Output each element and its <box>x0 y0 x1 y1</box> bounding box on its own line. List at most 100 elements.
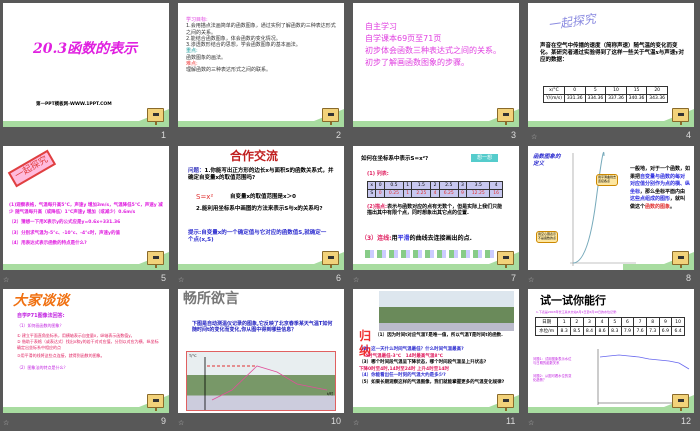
table-cell: 5 <box>607 317 622 327</box>
animation-icon: ☆ <box>528 276 535 284</box>
formula: S=x² <box>196 193 214 201</box>
question-2: 问题2：从图可看水位的变化趋势？ <box>533 374 572 383</box>
slide-thumbnail-2[interactable]: 学习目标: 1.会用描点法画简单的函数图象，通过实例了解函数的三种表达形式之间的… <box>178 3 344 127</box>
question: 如何在坐标系中表示S=x²? <box>361 156 429 162</box>
table-cell: 1 <box>402 189 413 198</box>
table-cell: 6.9 <box>658 326 673 336</box>
table-cell: 7 <box>633 317 647 327</box>
x-axis-label: t/时 <box>326 392 333 396</box>
table-cell: 6 <box>620 317 635 327</box>
slide-thumbnail-12[interactable]: 试一试你能行 1.下表是2003年长江某水文站6月1日至6月10日的水位记录: … <box>528 289 694 413</box>
point-1: （1）因为时间t对应气温T是唯一值，所以气温T是时间t的函数. <box>375 333 503 338</box>
step-3-text-end: 的曲线去连接画出的点. <box>409 235 472 242</box>
slide-thumbnail-7[interactable]: 如何在坐标系中表示S=x²? 想一想 (1) 列表: x 0 0.5 1 1.5 2 2.5… <box>353 146 519 270</box>
table-cell: 8.3 <box>557 326 571 336</box>
animation-icon: ☆ <box>178 419 185 427</box>
monitor-icon <box>672 394 689 411</box>
table-cell: 8.5 <box>569 326 584 336</box>
table-cell: 7.9 <box>620 326 635 336</box>
table-cell: 337.36 <box>605 94 627 103</box>
slide-thumbnail-5[interactable]: 一起探究 (1)观察表格，气温每升高5°C，声速y 增加3m/s，气温降低5°C… <box>3 146 169 270</box>
flower-decoration <box>365 250 495 258</box>
table-cell: 3.5 <box>466 181 491 190</box>
table-cell: 4 <box>595 317 609 327</box>
definition-fragment: 。 <box>670 203 676 210</box>
slide-thumbnail-3[interactable]: 自主学习 自学课本69页至71页 初步体会函数三种表达式之间的关系。 初步了解画… <box>353 3 519 127</box>
table-cell: x <box>366 181 377 190</box>
green-footer-band <box>3 395 169 413</box>
table-cell: 10 <box>605 86 627 95</box>
monitor-icon <box>322 108 339 125</box>
table-cell: 9 <box>658 317 673 327</box>
animation-icon: ☆ <box>528 419 535 427</box>
table-cell: 9 <box>457 189 468 198</box>
temperature-photo-chart: T/°C t/时 <box>186 351 336 411</box>
table-cell: 331.36 <box>563 94 586 103</box>
table-cell: 1 <box>402 181 413 190</box>
definition-fragment: ，那么坐标平面内由 <box>640 188 686 195</box>
question-2: （2）图象法的特点是什么？ <box>17 365 68 370</box>
question-4: （4）用表达式表示函数的特点是什么? <box>9 240 87 246</box>
question-1: (1)观察表格，气温每升高5°C，声速y 增加3m/s，气温降低5°C，声速y … <box>9 203 163 216</box>
monitor-icon <box>672 251 689 268</box>
table-cell: 5 <box>584 86 607 95</box>
slide-title: 合作交流 <box>230 149 279 163</box>
slide-thumbnail-4[interactable]: 一起探究 声音在空气中传播的速度（简称声速）随气温的变化而变化。某研究者通过实验… <box>528 3 694 127</box>
slide-thumbnail-11[interactable]: 归纳 （1）因为时间t对应气温T是唯一值，所以气温T是时间t的函数. （2）这一… <box>353 289 519 413</box>
slide-title: 20.3函数的表示 <box>33 41 138 57</box>
slide-text: 声音在空气中传播的速度（简称声速）随气温的变化而变化。某研究者通过实验得到了这样… <box>540 43 684 63</box>
step-3-emphasis: 平滑 <box>397 235 410 242</box>
monitor-icon <box>497 108 514 125</box>
table-cell: S <box>366 189 377 198</box>
slide-number: 1 <box>161 130 167 140</box>
table-cell: 8.3 <box>607 326 622 336</box>
table-cell: 6.25 <box>438 189 459 198</box>
slide-number: 10 <box>331 416 342 426</box>
slide-thumbnail-1[interactable]: 20.3函数的表示 第一PPT模板网-WWW.1PPT.COM <box>3 3 169 127</box>
animation-icon: ☆ <box>3 276 10 284</box>
y-axis-label: T/°C <box>189 354 197 358</box>
table-cell: 1 <box>557 317 571 327</box>
bullet-4: 初步了解画函数图象的步骤。 <box>365 58 469 67</box>
think-badge: 想一想 <box>471 154 499 163</box>
table-cell: x/°C <box>543 86 565 95</box>
table-cell: 0 <box>563 86 586 95</box>
table-cell: 7.6 <box>633 326 647 336</box>
table-cell: Y/(m/s) <box>543 94 565 103</box>
table-cell: 6.4 <box>671 326 685 336</box>
slide-number: 6 <box>336 273 342 283</box>
slide-number: 9 <box>161 416 167 426</box>
slide-thumbnail-8[interactable]: 函数图象的定义 用平滑曲线去连接各点 用空心圈表示不是函数的点 一般地，对于一个… <box>528 146 694 270</box>
subtitle: 自学P71图像法回答: <box>17 313 65 319</box>
green-footer-band <box>528 109 694 127</box>
green-footer-band <box>3 109 169 127</box>
question-3: （3）分别求气温为-5°c、-10°c、-4°c时，声速y的值 <box>9 230 120 236</box>
slide-thumbnail-10[interactable]: 畅所欲言 下图是自动测温仪记录的图象,它反映了北京春季某天气温T如何随时间t的变… <box>178 289 344 413</box>
table-cell: 2.5 <box>438 181 459 190</box>
green-footer-band <box>353 252 519 270</box>
green-footer-band <box>528 395 694 413</box>
slide-number: 8 <box>686 273 692 283</box>
slide-thumbnail-9[interactable]: 大家谈谈 自学P71图像法回答: （1）如何画函数的图象？ ① 建立平面直角坐标… <box>3 289 169 413</box>
animation-icon: ☆ <box>178 276 185 284</box>
question-2: 2.能利用坐标系中画图的方法来表示S与x的关系吗? <box>196 206 323 212</box>
green-footer-band <box>178 109 344 127</box>
table-cell: 8.6 <box>595 326 609 336</box>
slide-number: 3 <box>511 130 517 140</box>
data-table: x/°C 0 5 10 15 20 Y/(m/s) 331.36 334.36 337.36 34… <box>543 86 668 103</box>
slide-thumbnail-6[interactable]: 合作交流 问题：1.你能写出正方形的边长x与面积S的函数关系式，并确定自变量x的… <box>178 146 344 270</box>
step-3-label: （3）连线: <box>361 235 392 242</box>
callout-2: 用空心圈表示不是函数的点 <box>536 231 558 243</box>
table-cell: 2 <box>569 317 584 327</box>
slide-title: 一起探究 <box>547 11 597 33</box>
goal-1: 1.会用描点法画简单的函数图象，通过实例了解函数的三种表达形式之间的关系。 <box>186 23 336 36</box>
domain-answer: 自变量x的取值范围是x＞0 <box>230 194 296 200</box>
question-1: （1）如何画函数的图象？ <box>17 323 64 328</box>
slide-title: 大家谈谈 <box>13 293 69 309</box>
table-cell: 8 <box>645 317 660 327</box>
bullet-3: 初步体会函数三种表达式之间的关系。 <box>365 46 501 55</box>
table-cell: 日期 <box>534 317 559 327</box>
difficulty-point: 理解函数的三种表达形式之间的联系。 <box>186 67 272 73</box>
question-1: 1.你能写出正方形的边长x与面积S的函数关系式，并确定自变量x的取值范围吗? <box>188 168 334 181</box>
monitor-icon <box>147 394 164 411</box>
